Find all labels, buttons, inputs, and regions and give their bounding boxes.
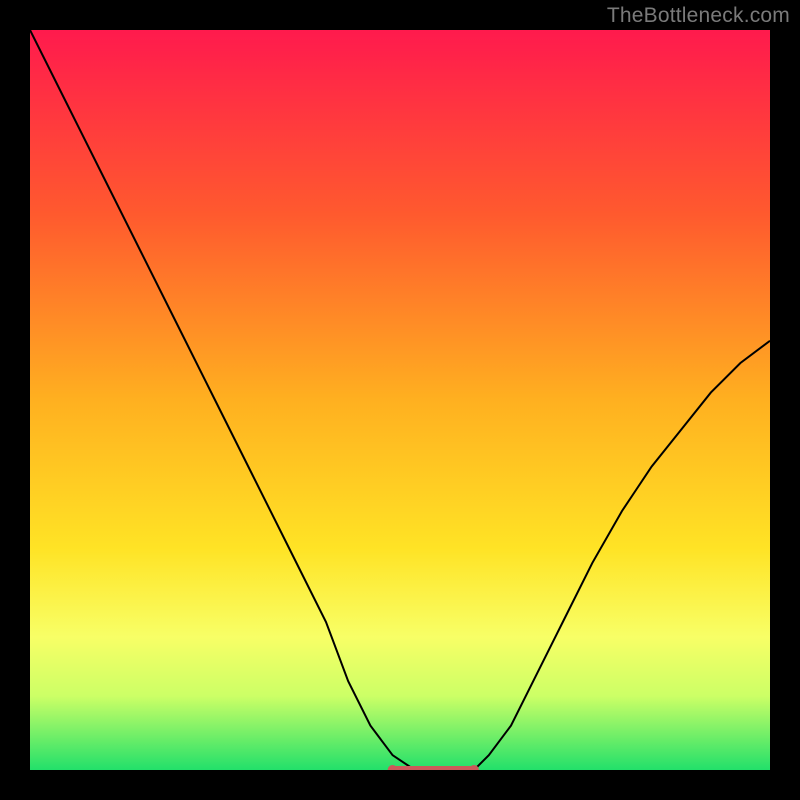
gradient-background (30, 30, 770, 770)
plot-svg (30, 30, 770, 770)
attribution-text: TheBottleneck.com (607, 4, 790, 28)
plot-area (30, 30, 770, 770)
chart-frame: TheBottleneck.com (0, 0, 800, 800)
trough-bar (393, 766, 474, 770)
